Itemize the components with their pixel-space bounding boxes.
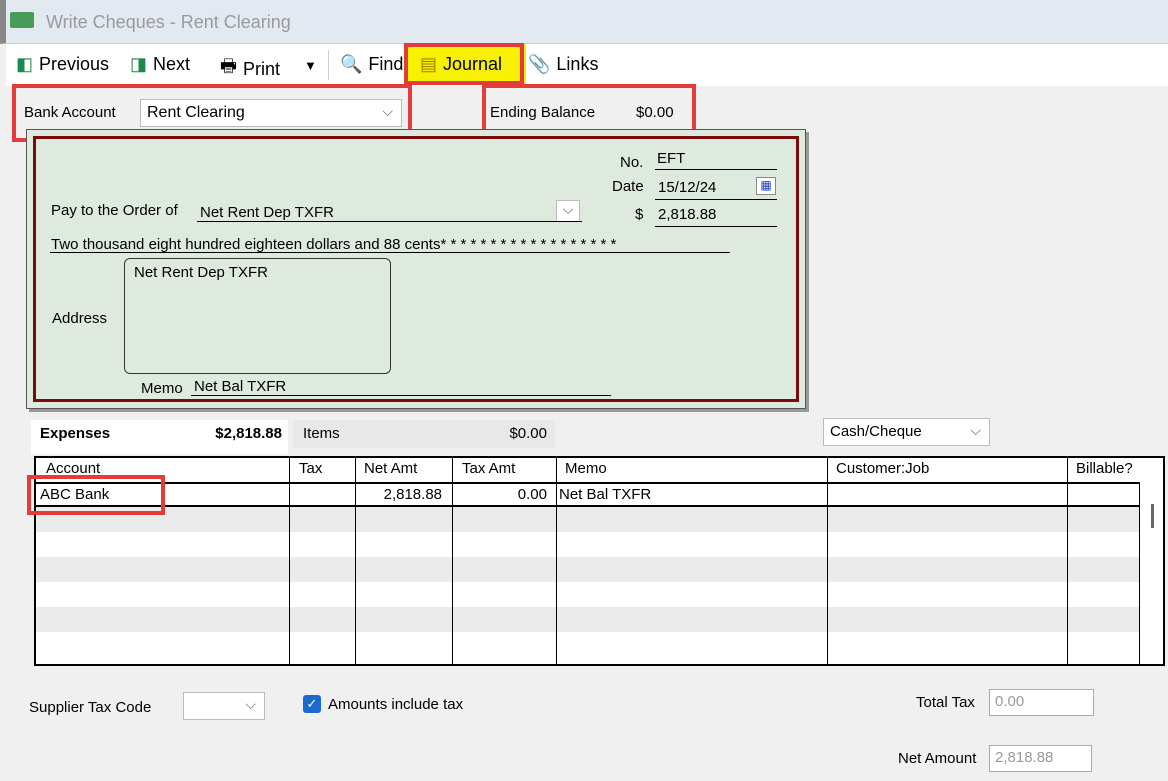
cheque-icon <box>10 12 34 28</box>
annotation-box <box>27 475 165 515</box>
supplier-tax-code-select[interactable]: ⌵ <box>183 692 265 720</box>
column-header-net-amt[interactable]: Net Amt <box>364 460 417 477</box>
find-button[interactable]: 🔍 Find <box>340 54 403 75</box>
scrollbar[interactable] <box>1151 504 1154 528</box>
amount-label: $ <box>635 206 644 223</box>
tab-expenses[interactable]: Expenses $2,818.88 <box>31 420 288 454</box>
find-icon: 🔍 <box>340 54 363 74</box>
pay-to-label: Pay to the Order of <box>51 202 178 219</box>
address-label: Address <box>52 310 108 327</box>
toolbar-divider <box>328 50 329 80</box>
chevron-down-icon: ⌵ <box>970 422 981 438</box>
cell-net-amt[interactable]: 2,818.88 <box>384 486 442 503</box>
cell-tax-amt[interactable]: 0.00 <box>518 486 547 503</box>
underline <box>655 150 777 170</box>
paperclip-icon: 📎 <box>528 54 551 74</box>
print-button[interactable]: 🖶 Print <box>220 54 280 84</box>
column-header-billable[interactable]: Billable? <box>1076 460 1133 477</box>
underline <box>197 202 582 222</box>
printer-icon: 🖶 <box>220 56 237 76</box>
previous-button[interactable]: ◧ Previous <box>16 54 109 75</box>
payment-method-select[interactable]: Cash/Cheque ⌵ <box>823 418 990 446</box>
underline <box>191 376 611 396</box>
next-icon: ◨ <box>130 54 148 74</box>
annotation-box <box>404 43 524 85</box>
tab-items[interactable]: Items $0.00 <box>293 420 555 448</box>
no-label: No. <box>620 154 644 171</box>
chevron-down-icon: ⌵ <box>245 696 256 712</box>
column-header-memo[interactable]: Memo <box>565 460 607 477</box>
next-button[interactable]: ◨ Next <box>130 54 190 75</box>
amounts-include-tax-checkbox[interactable]: ✓ <box>303 695 321 713</box>
underline <box>655 180 777 200</box>
memo-label: Memo <box>141 380 183 397</box>
print-dropdown-icon[interactable]: ▼ <box>304 58 317 73</box>
column-header-tax-amt[interactable]: Tax Amt <box>462 460 515 477</box>
column-header-customer-job[interactable]: Customer:Job <box>836 460 929 477</box>
previous-icon: ◧ <box>16 54 34 74</box>
column-header-tax[interactable]: Tax <box>299 460 322 477</box>
net-amount-label: Net Amount <box>898 750 977 767</box>
total-tax-field: 0.00 <box>989 689 1094 716</box>
title-bar: Write Cheques - Rent Clearing <box>0 0 1168 44</box>
date-label: Date <box>612 178 644 195</box>
cell-memo[interactable]: Net Bal TXFR <box>559 486 651 503</box>
links-button[interactable]: 📎 Links <box>528 54 598 75</box>
window-title: Write Cheques - Rent Clearing <box>46 12 291 32</box>
underline <box>655 207 777 227</box>
amounts-include-tax-label: Amounts include tax <box>328 696 464 713</box>
net-amount-field: 2,818.88 <box>989 745 1092 772</box>
toolbar: ◧ Previous ◨ Next 🖶 Print ▼ 🔍 Find ▤ Journal … <box>6 44 1168 86</box>
supplier-tax-code-label: Supplier Tax Code <box>29 699 152 716</box>
underline <box>50 233 730 253</box>
total-tax-label: Total Tax <box>916 694 975 711</box>
expenses-table: Account Tax Net Amt Tax Amt Memo Custome… <box>34 456 1165 666</box>
address-field[interactable]: Net Rent Dep TXFR <box>124 258 391 374</box>
